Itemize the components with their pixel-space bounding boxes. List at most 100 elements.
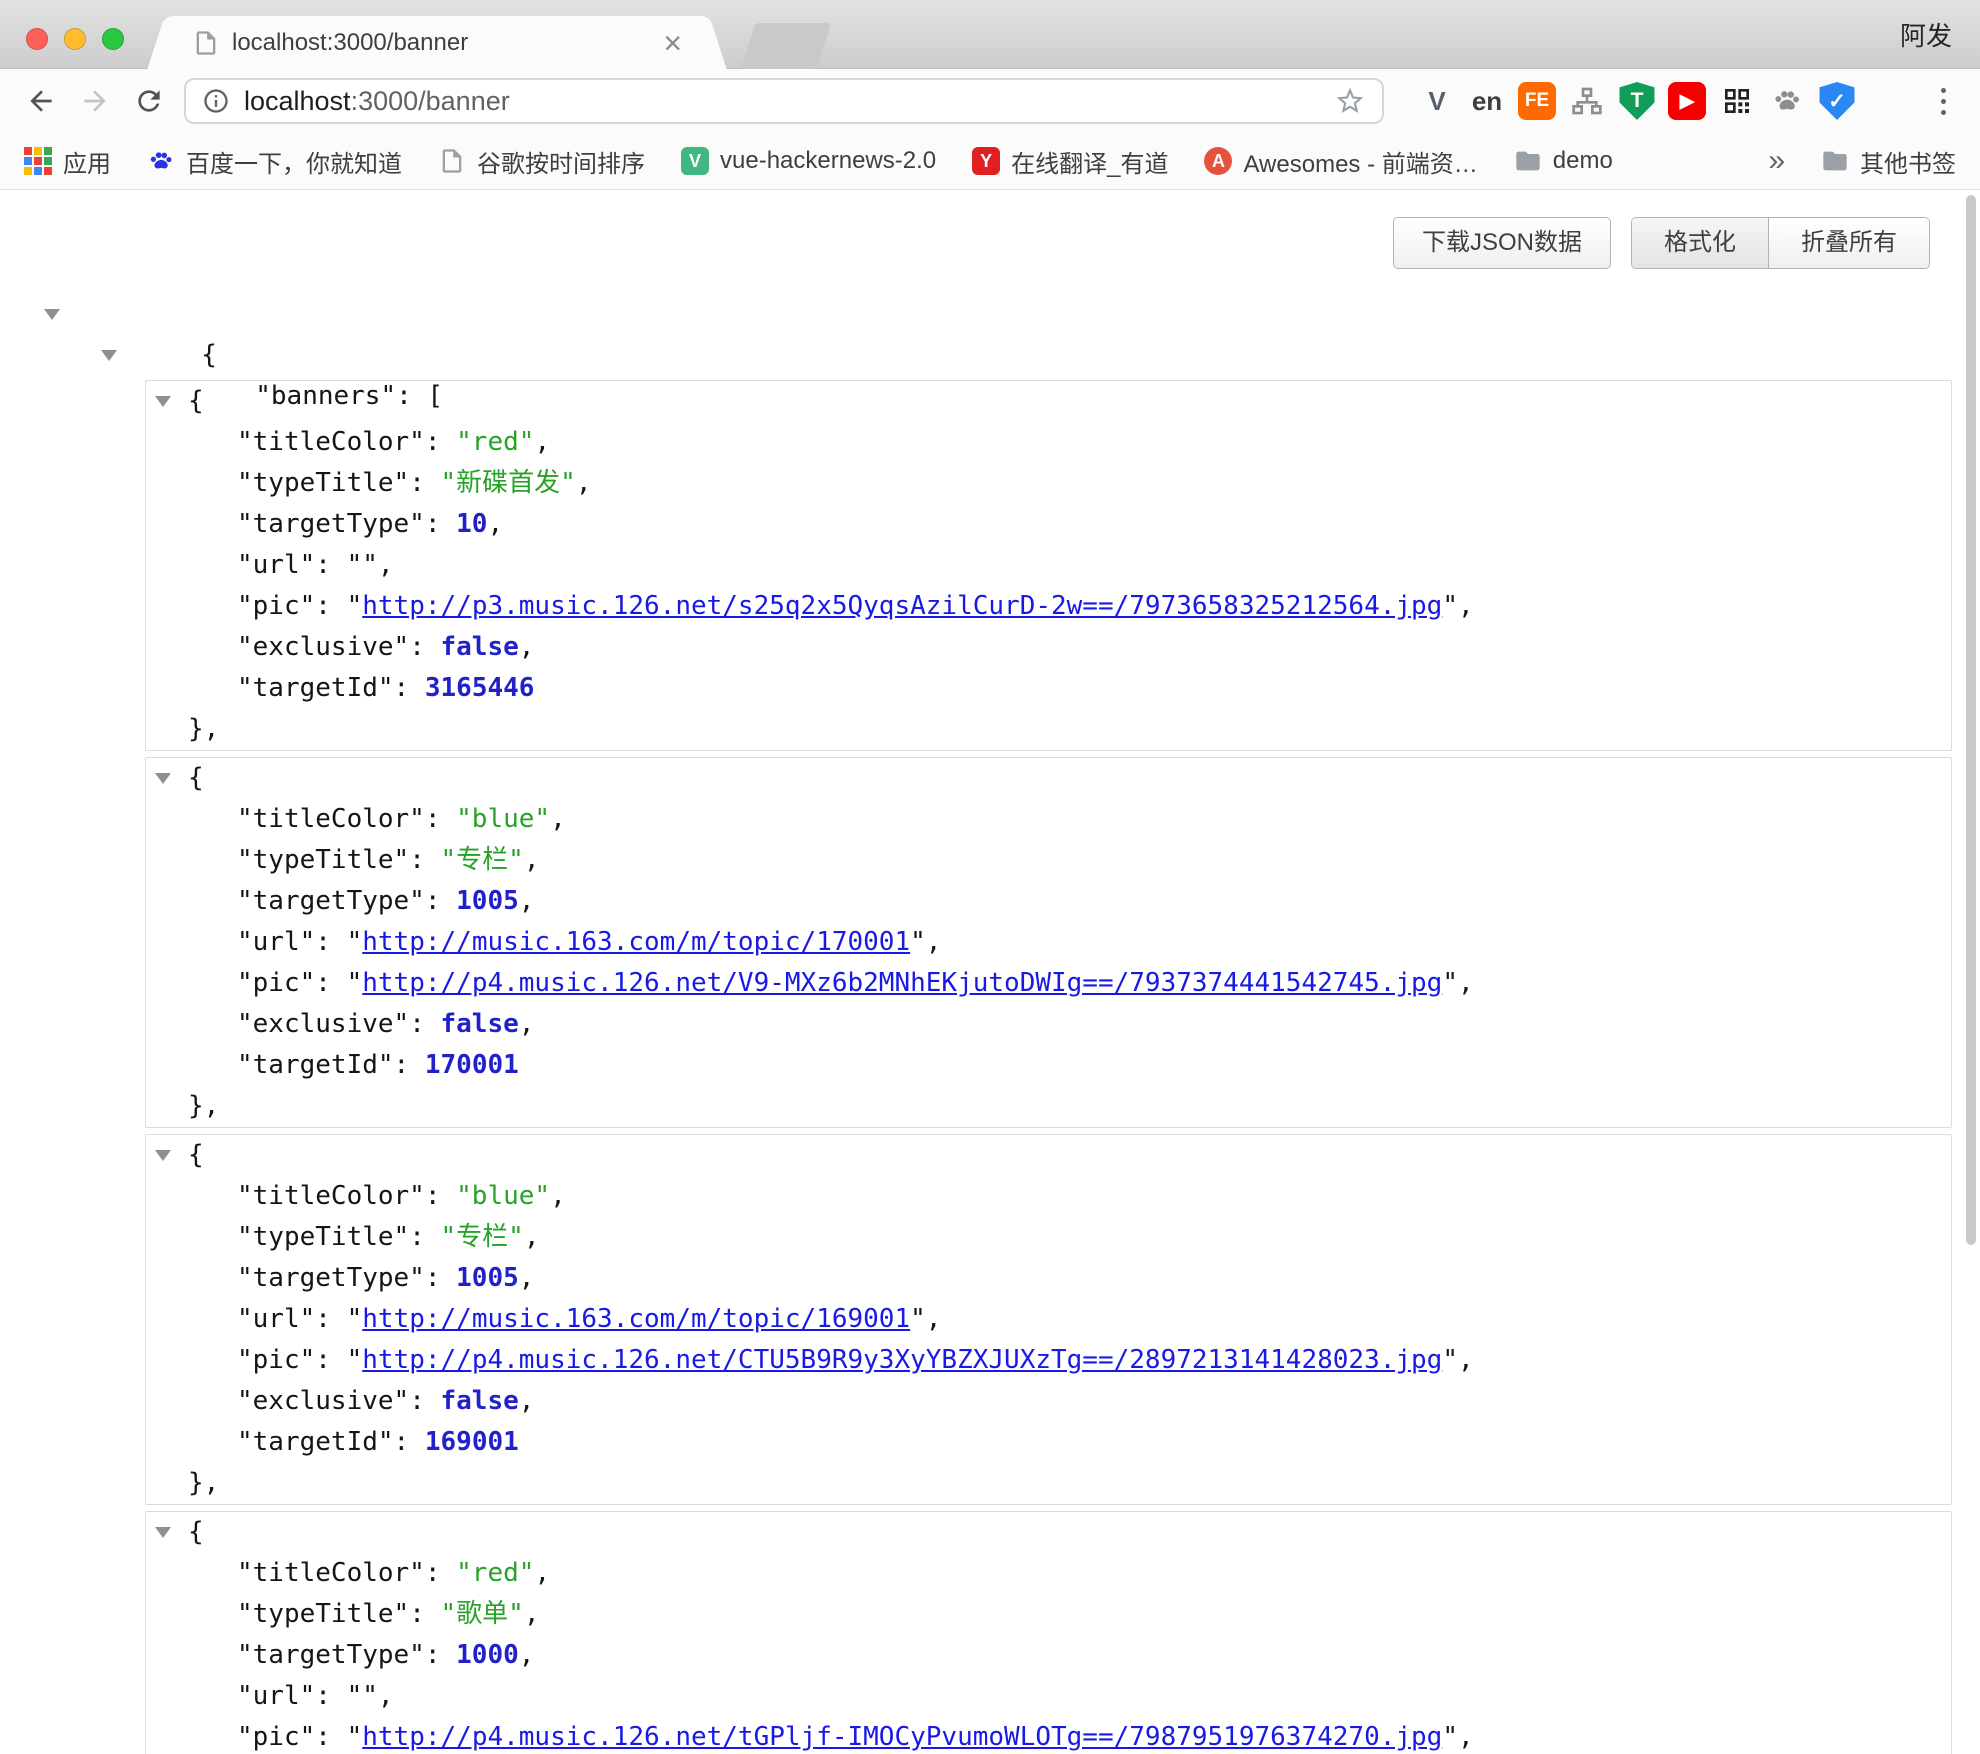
translate-en-icon[interactable]: en — [1468, 82, 1506, 120]
json-string-value: "专栏" — [441, 845, 524, 875]
json-property-line: "typeTitle": "新碟首发", — [146, 463, 1951, 504]
json-token: " — [910, 927, 926, 957]
json-key: "url" — [237, 1681, 315, 1711]
collapse-toggle-icon[interactable] — [155, 396, 171, 407]
json-token: , — [926, 1304, 942, 1334]
json-close-brace: }, — [188, 714, 219, 744]
blue-shield-check-icon[interactable]: ✓ — [1818, 82, 1856, 120]
info-icon[interactable] — [202, 87, 230, 115]
bookmark-item[interactable]: 谷歌按时间排序 — [438, 144, 645, 179]
new-tab-button[interactable] — [741, 23, 832, 69]
json-url-link[interactable]: http://music.163.com/m/topic/170001 — [362, 927, 910, 957]
folder-icon — [1514, 147, 1542, 175]
json-property-line: "targetId": 3165446 — [146, 668, 1951, 709]
bookmark-item[interactable]: Y 在线翻译_有道 — [972, 144, 1168, 179]
address-bar[interactable]: localhost:3000/banner — [184, 78, 1384, 124]
zoom-window-button[interactable] — [102, 28, 124, 50]
json-key: "titleColor" — [237, 427, 425, 457]
json-colon: : — [315, 1681, 346, 1711]
json-url-link[interactable]: http://music.163.com/m/topic/169001 — [362, 1304, 910, 1334]
tab-title: localhost:3000/banner — [232, 29, 657, 57]
json-token: " — [347, 927, 363, 957]
qr-code-icon[interactable] — [1718, 82, 1756, 120]
json-property-line: "url": "http://music.163.com/m/topic/169… — [146, 1299, 1951, 1340]
browser-window: localhost:3000/banner × 阿发 localhost:300… — [0, 0, 1980, 1754]
json-close-line: }, — [146, 709, 1951, 750]
json-number-value: 1000 — [456, 1640, 519, 1670]
back-button[interactable] — [22, 82, 60, 120]
other-bookmarks[interactable]: 其他书签 — [1821, 144, 1956, 179]
traffic-lights — [26, 28, 124, 50]
bookmarks-overflow-chevron[interactable]: » — [1768, 144, 1785, 178]
json-number-value: 1005 — [456, 1263, 519, 1293]
json-root-line: { — [0, 294, 1980, 335]
json-key: "exclusive" — [237, 632, 409, 662]
extension-icons: Ven FE T ▶ ✓ — [1418, 82, 1856, 120]
json-url-link[interactable]: http://p3.music.126.net/s25q2x5QyqsAzilC… — [362, 591, 1442, 621]
bookmark-label: demo — [1553, 147, 1613, 175]
browser-tab[interactable]: localhost:3000/banner × — [172, 16, 702, 69]
paw-print-icon[interactable] — [1768, 82, 1806, 120]
json-property-line: "typeTitle": "歌单", — [146, 1594, 1951, 1635]
json-key: "targetType" — [237, 509, 425, 539]
collapse-toggle-icon[interactable] — [101, 350, 117, 361]
json-key: "targetId" — [237, 1050, 394, 1080]
json-token: , — [550, 804, 566, 834]
tab-close-icon[interactable]: × — [657, 29, 688, 57]
json-key: "typeTitle" — [237, 1222, 409, 1252]
json-colon: : — [425, 886, 456, 916]
vimium-icon[interactable]: V — [1418, 82, 1456, 120]
green-shield-t-icon[interactable]: T — [1618, 82, 1656, 120]
json-url-link[interactable]: http://p4.music.126.net/tGPljf-IMOCyPvum… — [362, 1722, 1442, 1752]
json-key: "pic" — [237, 1722, 315, 1752]
reload-button[interactable] — [130, 82, 168, 120]
collapse-toggle-icon[interactable] — [155, 1150, 171, 1161]
json-property-line: "pic": "http://p4.music.126.net/tGPljf-I… — [146, 1717, 1951, 1754]
bookmark-star-icon[interactable] — [1334, 85, 1366, 117]
youtube-icon[interactable]: ▶ — [1668, 82, 1706, 120]
json-key: "exclusive" — [237, 1009, 409, 1039]
json-colon: : — [409, 1009, 440, 1039]
json-token: , — [534, 427, 550, 457]
bookmark-item[interactable]: AAwesomes - 前端资… — [1204, 144, 1477, 179]
json-token: , — [1458, 591, 1474, 621]
forward-button[interactable] — [76, 82, 114, 120]
json-open-line: { — [146, 1512, 1951, 1553]
json-colon: : — [425, 1263, 456, 1293]
json-token: , — [534, 1558, 550, 1588]
bookmark-label: 在线翻译_有道 — [1011, 144, 1168, 179]
collapse-toggle-icon[interactable] — [44, 309, 60, 320]
json-url-link[interactable]: http://p4.music.126.net/V9-MXz6b2MNhEKju… — [362, 968, 1442, 998]
minimize-window-button[interactable] — [64, 28, 86, 50]
json-colon: : — [409, 845, 440, 875]
bookmark-label: 谷歌按时间排序 — [477, 144, 645, 179]
json-property-line: "typeTitle": "专栏", — [146, 1217, 1951, 1258]
fe-extension-icon[interactable]: FE — [1518, 82, 1556, 120]
json-string-value: "red" — [456, 427, 534, 457]
json-key: "targetType" — [237, 886, 425, 916]
json-boolean-value: false — [441, 632, 519, 662]
json-token: , — [519, 1263, 535, 1293]
profile-name[interactable]: 阿发 — [1900, 0, 1952, 69]
json-key: "titleColor" — [237, 1558, 425, 1588]
collapse-toggle-icon[interactable] — [155, 1527, 171, 1538]
json-colon: : — [425, 509, 456, 539]
json-property-line: "titleColor": "red", — [146, 422, 1951, 463]
json-url-link[interactable]: http://p4.music.126.net/CTU5B9R9y3XyYBZX… — [362, 1345, 1442, 1375]
json-key: "typeTitle" — [237, 1599, 409, 1629]
vertical-scrollbar-thumb[interactable] — [1966, 195, 1976, 1245]
bookmark-item[interactable]: demo — [1514, 147, 1613, 175]
bookmark-item[interactable]: Vvue-hackernews-2.0 — [681, 147, 936, 175]
json-token: , — [378, 550, 394, 580]
json-token: , — [519, 1386, 535, 1416]
json-array-item: {"titleColor": "blue","typeTitle": "专栏",… — [145, 757, 1952, 1128]
org-chart-icon[interactable] — [1568, 82, 1606, 120]
bookmark-item[interactable]: 百度一下，你就知道 — [147, 144, 402, 179]
favicon-letter-icon: Y — [972, 147, 1000, 175]
close-window-button[interactable] — [26, 28, 48, 50]
collapse-toggle-icon[interactable] — [155, 773, 171, 784]
json-key: "targetType" — [237, 1263, 425, 1293]
json-token: , — [519, 1640, 535, 1670]
apps-shortcut[interactable]: 应用 — [24, 144, 111, 179]
browser-menu-icon[interactable] — [1928, 81, 1958, 121]
